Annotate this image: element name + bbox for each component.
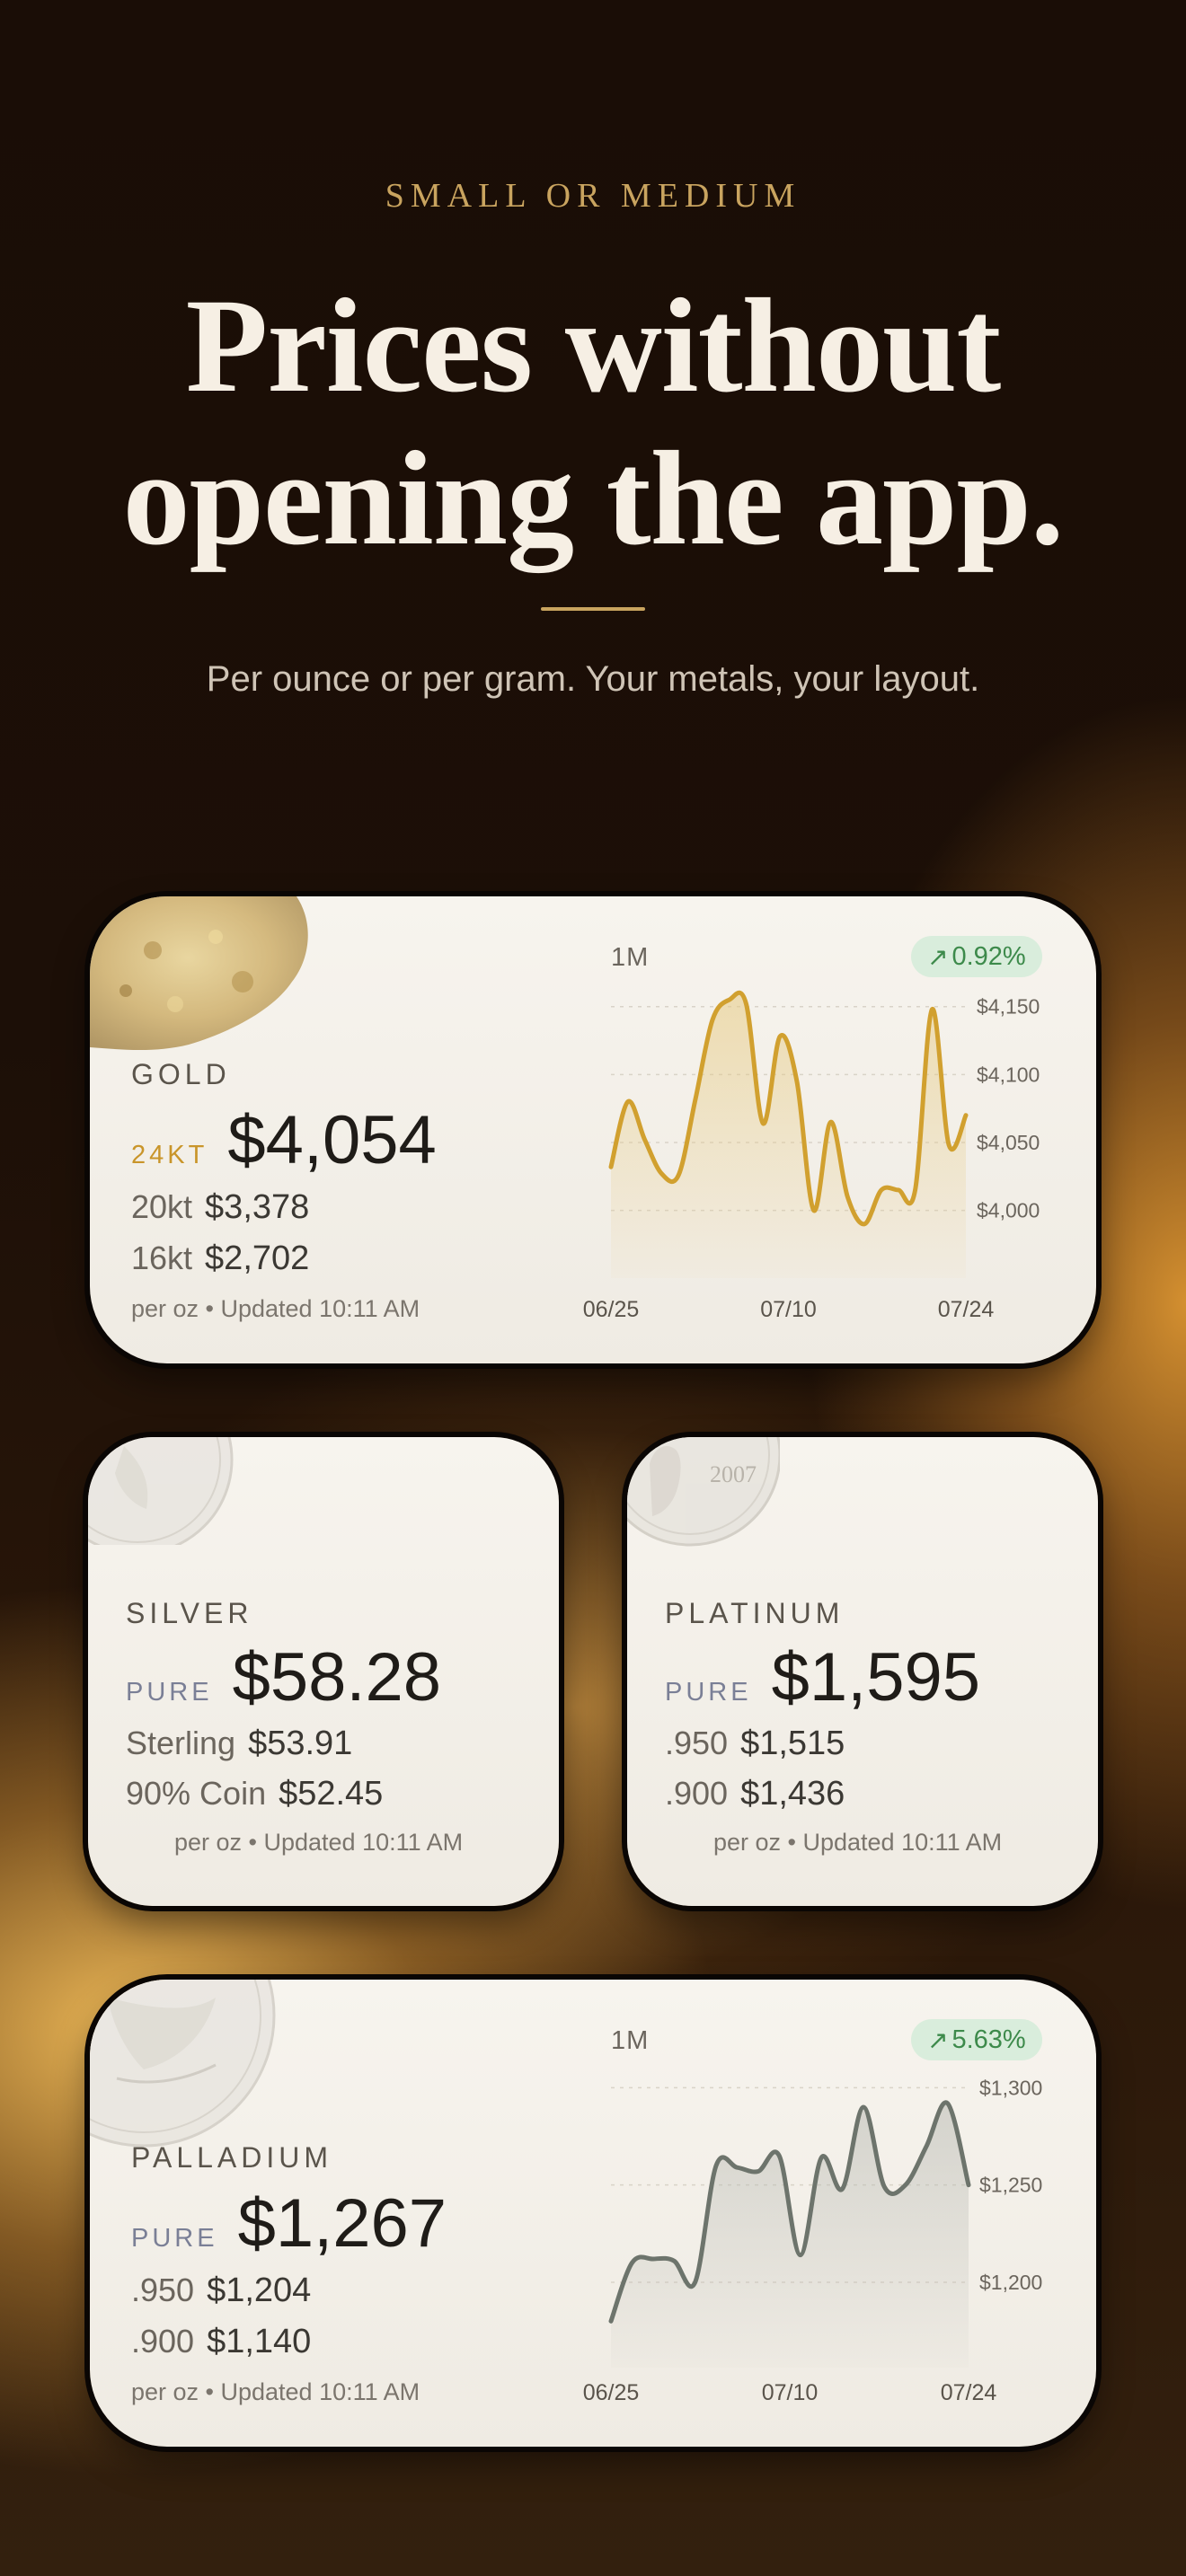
footer-text: per oz • Updated 10:11 AM [713,1829,1003,1856]
primary-purity-label: PURE [665,1678,752,1707]
secondary-price: $53.91 [248,1725,353,1762]
metal-name: PLATINUM [665,1597,845,1629]
eyebrow-label: SMALL OR MEDIUM [385,177,801,215]
platinum-coin-icon: 2007 [627,1437,780,1547]
secondary-label: Sterling [126,1725,236,1761]
y-tick-label: $1,250 [979,2174,1042,2197]
primary-price-row: PURE $1,595 [665,1638,980,1716]
secondary-label: 90% Coin [126,1775,267,1812]
headline: Prices without opening the app. [0,269,1186,575]
secondary-price-row: .950 $1,515 [665,1725,845,1763]
y-tick-label: $4,000 [977,1199,1040,1222]
footer-text: per oz • Updated 10:11 AM [174,1829,464,1856]
secondary-price-row: Sterling $53.91 [126,1725,352,1763]
secondary-price: $1,436 [740,1775,845,1813]
primary-price-row: PURE $58.28 [126,1638,441,1716]
x-tick-label: 07/24 [941,2380,997,2405]
x-tick-label: 07/24 [938,1297,995,1322]
x-tick-label: 07/10 [760,1297,817,1322]
x-tick-label: 06/25 [583,1297,640,1322]
secondary-price: $52.45 [279,1775,384,1813]
coin-year: 2007 [710,1461,757,1487]
platinum-widget[interactable]: 2007 PLATINUM PURE $1,595 .950 $1,515 .9… [627,1437,1098,1906]
headline-line-1: Prices without [185,271,1002,420]
series-area [611,2102,969,2368]
y-tick-label: $4,100 [977,1063,1040,1086]
y-tick-label: $1,300 [979,2076,1042,2099]
secondary-label: .950 [665,1725,729,1761]
primary-price: $58.28 [232,1639,442,1716]
metal-name: SILVER [126,1597,253,1629]
gold-price-chart: $4,150 $4,100 $4,050 $4,000 06/25 07/10 07/24 [583,990,1040,1322]
headline-line-2: opening the app. [122,424,1065,573]
y-tick-label: $4,150 [977,995,1040,1019]
y-tick-label: $4,050 [977,1131,1040,1154]
secondary-label: .900 [665,1775,729,1812]
silver-widget[interactable]: SILVER PURE $58.28 Sterling $53.91 90% C… [88,1437,559,1906]
y-tick-label: $1,200 [979,2271,1042,2294]
gold-widget[interactable]: GOLD 24KT $4,054 20kt $3,378 16kt $2,702… [90,896,1096,1363]
palladium-price-chart: $1,300 $1,250 $1,200 06/25 07/10 07/24 [583,2076,1043,2405]
primary-price: $1,595 [771,1639,981,1716]
x-tick-label: 07/10 [762,2380,819,2405]
x-tick-label: 06/25 [583,2380,640,2405]
silver-coin-icon [88,1437,234,1545]
palladium-widget[interactable]: PALLADIUM PURE $1,267 .950 $1,204 .900 $… [90,1980,1096,2447]
series-area [611,992,966,1278]
subtitle: Per ounce or per gram. Your metals, your… [206,659,980,699]
primary-purity-label: PURE [126,1678,213,1707]
secondary-price-row: 90% Coin $52.45 [126,1775,383,1813]
divider-rule [541,607,645,611]
secondary-price: $1,515 [740,1725,845,1762]
secondary-price-row: .900 $1,436 [665,1775,845,1813]
